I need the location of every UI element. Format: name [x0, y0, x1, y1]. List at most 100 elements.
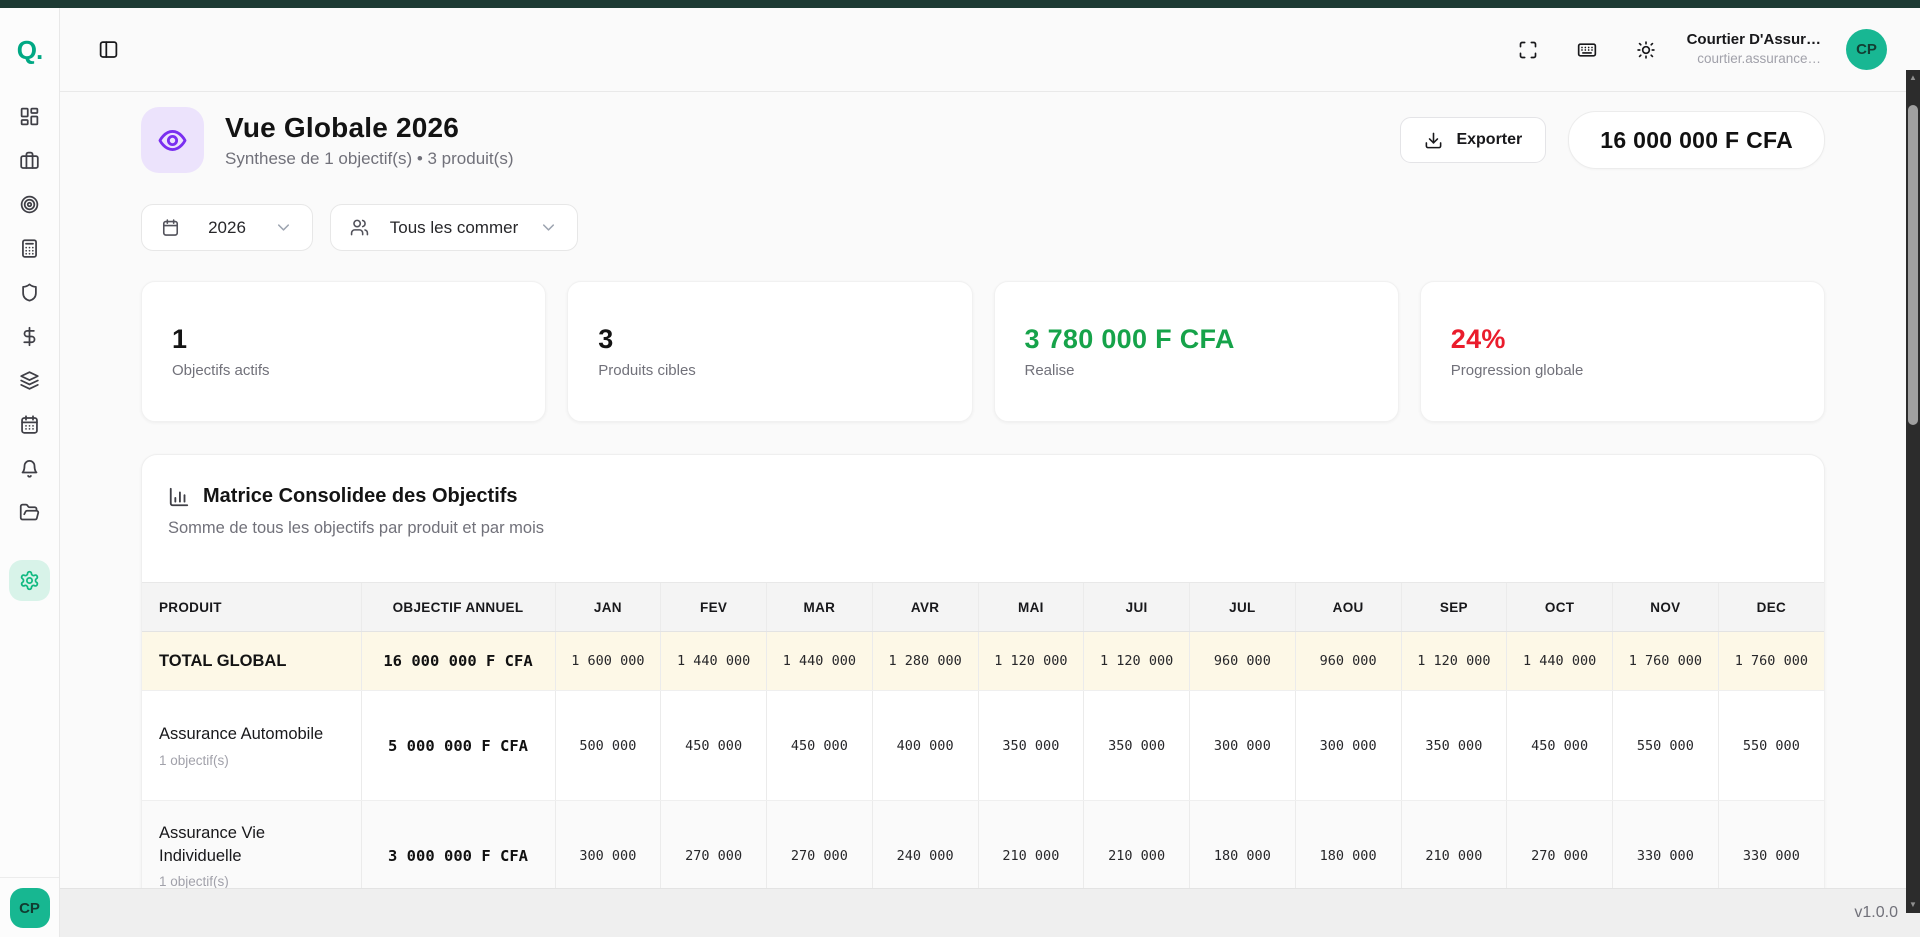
stat-card-realise: 3 780 000 F CFA Realise	[994, 281, 1399, 422]
matrix-header: Matrice Consolidee des Objectifs Somme d…	[142, 455, 1824, 582]
column-header-jui: JUI	[1084, 583, 1190, 632]
top-accent-strip	[0, 0, 1920, 8]
month-cell-jui: 350 000	[1084, 691, 1190, 801]
product-cell: Assurance Automobile 1 objectif(s)	[142, 691, 361, 801]
export-button-label: Exporter	[1456, 131, 1522, 149]
product-cell: TOTAL GLOBAL	[142, 632, 361, 691]
month-cell-avr: 400 000	[872, 691, 978, 801]
sidebar-item-folder[interactable]	[8, 490, 52, 534]
column-header-oct: OCT	[1507, 583, 1613, 632]
user-block[interactable]: Courtier D'Assur… courtier.assurance…	[1687, 31, 1821, 69]
topbar: Courtier D'Assur… courtier.assurance… CP	[0, 8, 1920, 92]
commercial-filter-value: Tous les commer	[384, 218, 524, 238]
chevron-down-icon	[539, 218, 558, 237]
scrollbar-up-arrow[interactable]: ▲	[1906, 71, 1920, 85]
calendar-icon	[19, 414, 40, 435]
month-cell-dec: 550 000	[1718, 691, 1824, 801]
table-row-total: TOTAL GLOBAL16 000 000 F CFA1 600 0001 4…	[142, 632, 1824, 691]
sidebar-user-avatar[interactable]: CP	[10, 888, 50, 928]
objectives-matrix-table: PRODUITOBJECTIF ANNUELJANFEVMARAVRMAIJUI…	[142, 582, 1824, 888]
month-cell-oct: 450 000	[1507, 691, 1613, 801]
month-cell-mai: 210 000	[978, 801, 1084, 889]
sidebar-item-layers[interactable]	[8, 358, 52, 402]
scrollbar-down-arrow[interactable]: ▼	[1906, 898, 1920, 912]
app-version: v1.0.0	[1854, 904, 1898, 922]
month-cell-mar: 270 000	[767, 801, 873, 889]
users-icon	[350, 218, 369, 237]
sidebar: Q. CP	[0, 8, 60, 937]
product-objectives-count: 1 objectif(s)	[159, 753, 347, 768]
bell-icon	[19, 458, 40, 479]
commercial-filter-select[interactable]: Tous les commer	[330, 204, 578, 251]
keyboard-button[interactable]	[1577, 40, 1597, 60]
stat-value: 3 780 000 F CFA	[1025, 324, 1368, 355]
sidebar-item-briefcase[interactable]	[8, 138, 52, 182]
panel-left-icon	[98, 39, 119, 60]
column-header-sep: SEP	[1401, 583, 1507, 632]
sidebar-item-target[interactable]	[8, 182, 52, 226]
stat-card-progression: 24% Progression globale	[1420, 281, 1825, 422]
matrix-title-row: Matrice Consolidee des Objectifs	[168, 485, 1798, 508]
column-header-jul: JUL	[1190, 583, 1296, 632]
app-footer: v1.0.0	[60, 888, 1920, 937]
column-header-mar: MAR	[767, 583, 873, 632]
month-cell-fev: 450 000	[661, 691, 767, 801]
column-header-mai: MAI	[978, 583, 1084, 632]
page-content: Vue Globale 2026 Synthese de 1 objectif(…	[141, 107, 1825, 888]
month-cell-nov: 1 760 000	[1613, 632, 1719, 691]
app-root: Q. CP Courtier D'Assur… courtier.assuran…	[0, 0, 1920, 937]
sidebar-toggle-button[interactable]	[98, 39, 119, 60]
sidebar-item-shield[interactable]	[8, 270, 52, 314]
month-cell-jui: 1 120 000	[1084, 632, 1190, 691]
calendar-icon	[161, 218, 180, 237]
export-button[interactable]: Exporter	[1400, 117, 1546, 163]
sidebar-item-dashboard[interactable]	[8, 94, 52, 138]
annual-objective-cell: 5 000 000 F CFA	[361, 691, 555, 801]
column-header-fev: FEV	[661, 583, 767, 632]
month-cell-jui: 210 000	[1084, 801, 1190, 889]
stat-label: Progression globale	[1451, 362, 1794, 379]
month-cell-sep: 350 000	[1401, 691, 1507, 801]
user-avatar[interactable]: CP	[1846, 29, 1887, 70]
stats-row: 1 Objectifs actifs 3 Produits cibles 3 7…	[141, 281, 1825, 422]
maximize-button[interactable]	[1518, 40, 1538, 60]
user-name: Courtier D'Assur…	[1687, 31, 1821, 50]
page-header-left: Vue Globale 2026 Synthese de 1 objectif(…	[141, 107, 513, 173]
stat-card-produits: 3 Produits cibles	[567, 281, 972, 422]
dashboard-icon	[19, 106, 40, 127]
sidebar-item-calculator[interactable]	[8, 226, 52, 270]
sidebar-item-calendar[interactable]	[8, 402, 52, 446]
sidebar-item-dollar[interactable]	[8, 314, 52, 358]
product-name: Assurance Vie Individuelle	[159, 822, 347, 867]
month-cell-aou: 300 000	[1295, 691, 1401, 801]
sidebar-item-bell[interactable]	[8, 446, 52, 490]
month-cell-jul: 300 000	[1190, 691, 1296, 801]
stat-value: 1	[172, 324, 515, 355]
sidebar-item-settings[interactable]	[9, 560, 50, 601]
stat-label: Objectifs actifs	[172, 362, 515, 379]
scrollbar-thumb[interactable]	[1908, 105, 1918, 425]
month-cell-mai: 350 000	[978, 691, 1084, 801]
annual-objective-cell: 3 000 000 F CFA	[361, 801, 555, 889]
page-icon-tile	[141, 107, 204, 173]
month-cell-oct: 270 000	[1507, 801, 1613, 889]
stat-card-objectifs: 1 Objectifs actifs	[141, 281, 546, 422]
sun-button[interactable]	[1636, 40, 1656, 60]
page-header: Vue Globale 2026 Synthese de 1 objectif(…	[141, 107, 1825, 173]
settings-icon	[19, 570, 40, 591]
briefcase-icon	[19, 150, 40, 171]
month-cell-dec: 1 760 000	[1718, 632, 1824, 691]
column-header-jan: JAN	[555, 583, 661, 632]
main-area: Vue Globale 2026 Synthese de 1 objectif(…	[60, 92, 1906, 888]
folder-icon	[19, 502, 40, 523]
column-header-aou: AOU	[1295, 583, 1401, 632]
matrix-card: Matrice Consolidee des Objectifs Somme d…	[141, 454, 1825, 888]
stat-value: 3	[598, 324, 941, 355]
vertical-scrollbar[interactable]: ▲ ▼	[1906, 70, 1920, 913]
table-row: Assurance Vie Individuelle1 objectif(s)3…	[142, 801, 1824, 889]
calculator-icon	[19, 238, 40, 259]
matrix-header-row: PRODUITOBJECTIF ANNUELJANFEVMARAVRMAIJUI…	[142, 583, 1824, 632]
product-name: Assurance Automobile	[159, 723, 347, 745]
year-filter-select[interactable]: 2026	[141, 204, 313, 251]
month-cell-jul: 960 000	[1190, 632, 1296, 691]
